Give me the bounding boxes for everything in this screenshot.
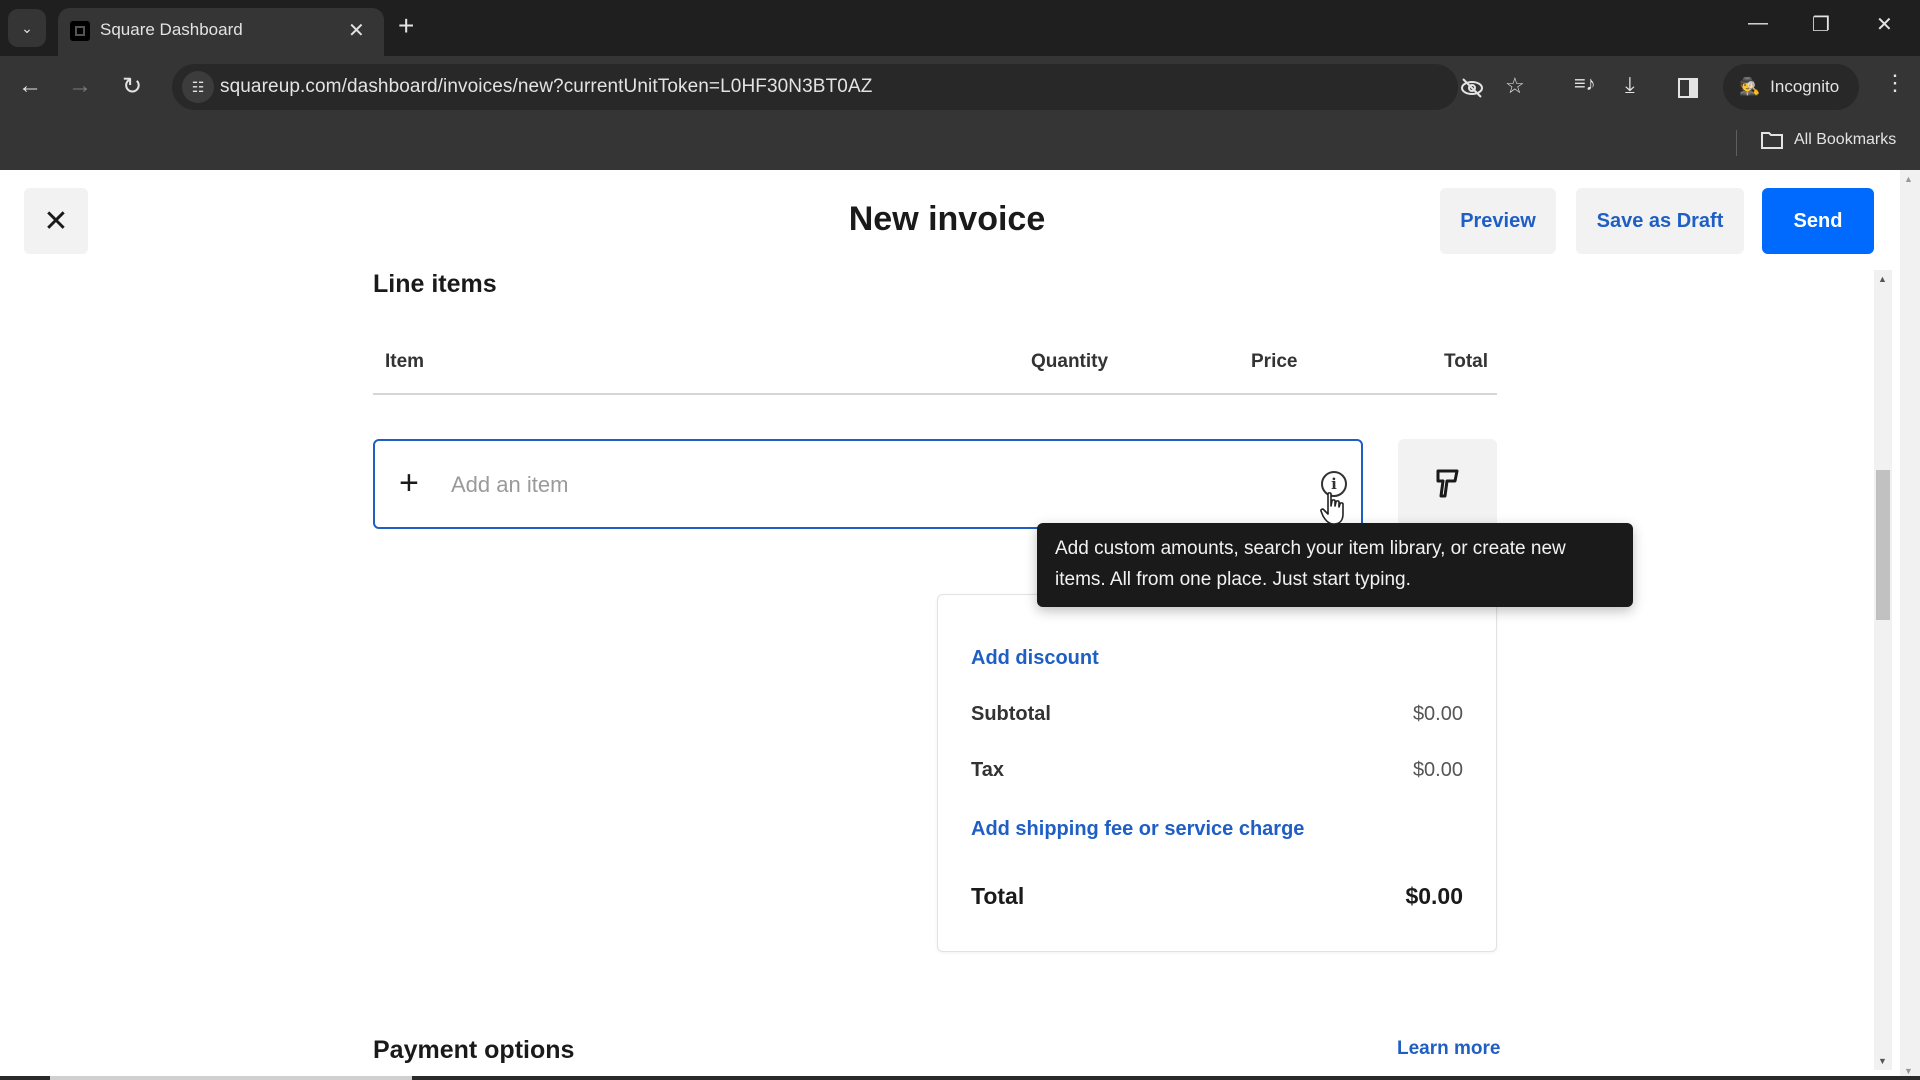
site-info-button[interactable]: ☷: [182, 71, 214, 103]
arrow-right-icon: →: [68, 72, 92, 99]
content-scrollbar[interactable]: ▲ ▼: [1874, 270, 1892, 1070]
download-icon[interactable]: ⤓: [1625, 72, 1635, 98]
star-icon[interactable]: ☆: [1505, 73, 1525, 99]
tab-close-icon[interactable]: ✕: [348, 18, 365, 43]
send-button[interactable]: Send: [1762, 188, 1874, 254]
scroll-up-icon[interactable]: ▲: [1878, 274, 1887, 284]
forward-button[interactable]: →: [64, 70, 96, 102]
header-divider: [373, 393, 1497, 395]
tab-title: Square Dashboard: [100, 20, 243, 39]
all-bookmarks-label: All Bookmarks: [1794, 131, 1897, 148]
tab-list-button[interactable]: ⌄: [8, 9, 46, 47]
add-discount-link[interactable]: Add discount: [971, 647, 1099, 670]
page-scroll-down-icon[interactable]: ▼: [1904, 1066, 1913, 1076]
page-scrollbar[interactable]: ▲ ▼: [1900, 170, 1920, 1080]
media-queue-icon[interactable]: ≡♪: [1574, 73, 1596, 96]
add-item-tooltip: Add custom amounts, search your item lib…: [1037, 523, 1633, 607]
kebab-menu-icon[interactable]: ⋮: [1884, 70, 1906, 96]
incognito-label: Incognito: [1770, 77, 1840, 96]
incognito-icon: 🕵: [1739, 77, 1761, 96]
preview-button[interactable]: Preview: [1440, 188, 1556, 254]
column-header-quantity: Quantity: [1031, 351, 1109, 372]
invoice-page: ✕ New invoice Preview Save as Draft Send…: [0, 170, 1920, 1080]
bottom-progress-fill: [50, 1076, 412, 1080]
square-logo-icon: [70, 21, 90, 41]
tax-value: $0.00: [1412, 759, 1463, 781]
browser-tab-bar: ⌄ Square Dashboard ✕ + — ❐ ✕: [0, 0, 1920, 56]
scrollbar-thumb[interactable]: [1876, 470, 1890, 620]
invoice-summary-card: Add discount Subtotal $0.00 Tax $0.00 Ad…: [937, 594, 1497, 952]
bottom-progress-bar: [0, 1076, 1920, 1080]
hand-cursor-icon: [1320, 492, 1344, 525]
tax-label: Tax: [971, 759, 1004, 781]
column-header-price: Price: [1251, 351, 1298, 372]
eye-off-icon[interactable]: [1459, 77, 1485, 99]
column-header-total: Total: [1444, 351, 1488, 372]
barcode-scanner-icon: [1436, 469, 1458, 498]
all-bookmarks-button[interactable]: All Bookmarks: [1760, 130, 1896, 150]
subtotal-label: Subtotal: [971, 703, 1051, 725]
learn-more-link[interactable]: Learn more: [1397, 1038, 1500, 1060]
reload-icon: ↻: [121, 72, 143, 100]
address-bar[interactable]: ☷ squareup.com/dashboard/invoices/new?cu…: [172, 64, 1458, 110]
url-text[interactable]: squareup.com/dashboard/invoices/new?curr…: [220, 76, 872, 98]
arrow-left-icon: ←: [18, 72, 42, 99]
page-scroll-up-icon[interactable]: ▲: [1904, 174, 1913, 184]
line-items-heading: Line items: [373, 270, 497, 298]
chevron-down-icon: ⌄: [21, 19, 33, 36]
incognito-indicator[interactable]: 🕵 Incognito: [1723, 64, 1859, 110]
new-tab-button[interactable]: +: [398, 10, 414, 42]
barcode-scanner-button[interactable]: [1398, 439, 1497, 529]
restore-icon[interactable]: ❐: [1812, 12, 1830, 37]
add-item-field[interactable]: + i: [373, 439, 1363, 529]
tab-square-dashboard[interactable]: Square Dashboard ✕: [58, 8, 384, 56]
side-panel-icon[interactable]: [1678, 78, 1698, 98]
bookmarks-divider: [1736, 130, 1737, 156]
subtotal-value: $0.00: [1412, 703, 1463, 725]
add-item-input[interactable]: [451, 463, 1251, 507]
column-header-item: Item: [385, 351, 425, 372]
total-label: Total: [971, 883, 1025, 909]
tune-icon: ☷: [191, 78, 205, 95]
save-as-draft-button[interactable]: Save as Draft: [1576, 188, 1744, 254]
reload-button[interactable]: ↻: [116, 70, 148, 102]
scroll-down-icon[interactable]: ▼: [1878, 1056, 1887, 1066]
folder-icon: [1761, 132, 1783, 149]
plus-icon: +: [399, 464, 419, 502]
total-value: $0.00: [1405, 883, 1463, 909]
add-shipping-link[interactable]: Add shipping fee or service charge: [971, 818, 1304, 841]
window-close-icon[interactable]: ✕: [1876, 12, 1893, 37]
browser-toolbar: ← → ↻ ☷ squareup.com/dashboard/invoices/…: [0, 56, 1920, 170]
payment-options-heading: Payment options: [373, 1036, 575, 1064]
minimize-icon[interactable]: —: [1748, 12, 1768, 35]
back-button[interactable]: ←: [14, 70, 46, 102]
